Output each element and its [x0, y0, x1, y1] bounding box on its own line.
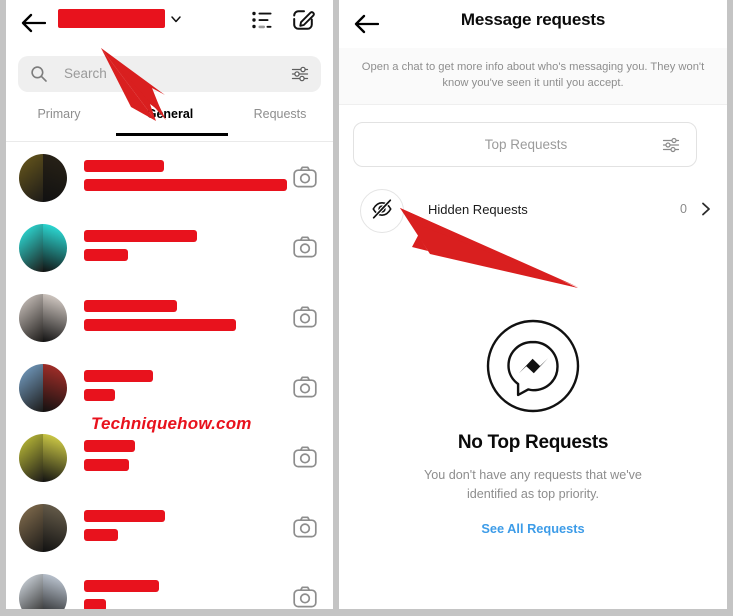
chevron-down-icon[interactable]	[169, 12, 183, 26]
account-name-redacted[interactable]	[58, 9, 165, 28]
search-icon	[30, 65, 48, 83]
avatar-half-left	[19, 504, 43, 552]
avatar-half-left	[19, 224, 43, 272]
inbox-topbar	[6, 0, 333, 48]
chat-name-redacted	[84, 440, 135, 452]
eye-off-icon	[371, 197, 393, 225]
avatar-half-right	[43, 224, 67, 272]
avatar[interactable]	[19, 434, 67, 482]
sliders-filter-icon[interactable]	[291, 65, 309, 83]
chat-list[interactable]	[6, 143, 333, 609]
chat-name-redacted	[84, 580, 159, 592]
chat-preview-redacted	[84, 459, 129, 471]
inbox-tabs: Primary General Requests	[6, 103, 333, 141]
avatar-half-right	[43, 504, 67, 552]
chat-name-redacted	[84, 370, 153, 382]
empty-state: No Top Requests You don't have any reque…	[339, 318, 727, 536]
back-arrow-icon[interactable]	[18, 8, 48, 38]
chat-name-redacted	[84, 160, 164, 172]
chat-row[interactable]	[6, 143, 333, 213]
avatar-half-left	[19, 434, 43, 482]
empty-state-subtitle: You don't have any requests that we've i…	[424, 468, 642, 501]
camera-icon[interactable]	[293, 586, 317, 608]
hidden-requests-label: Hidden Requests	[428, 202, 528, 217]
site-watermark: Techniquehow.com	[91, 414, 252, 433]
avatar-half-left	[19, 294, 43, 342]
message-requests-topbar: Message requests	[339, 0, 727, 48]
avatar[interactable]	[19, 224, 67, 272]
chat-name-redacted	[84, 510, 165, 522]
search-input[interactable]: Search	[18, 56, 321, 92]
camera-icon[interactable]	[293, 166, 317, 188]
tab-primary[interactable]: Primary	[9, 107, 109, 121]
hidden-requests-row[interactable]: Hidden Requests 0	[339, 183, 727, 237]
chat-preview-redacted	[84, 389, 115, 401]
top-requests-filter-bar[interactable]: Top Requests	[353, 122, 697, 167]
avatar-half-left	[19, 154, 43, 202]
chat-preview-redacted	[84, 179, 287, 191]
avatar[interactable]	[19, 574, 67, 609]
messenger-logo-icon	[485, 318, 581, 414]
see-all-requests-link[interactable]: See All Requests	[339, 521, 727, 536]
avatar[interactable]	[19, 154, 67, 202]
chat-row[interactable]	[6, 353, 333, 423]
camera-icon[interactable]	[293, 376, 317, 398]
camera-icon[interactable]	[293, 516, 317, 538]
active-tab-underline	[116, 133, 228, 136]
screenshot-root: Search Primary General Requests Techniqu…	[0, 0, 733, 616]
avatar-half-left	[19, 574, 43, 609]
sliders-filter-icon[interactable]	[662, 136, 680, 154]
chat-preview-redacted	[84, 319, 236, 331]
chat-row[interactable]	[6, 283, 333, 353]
avatar-half-right	[43, 434, 67, 482]
search-placeholder: Search	[64, 66, 107, 81]
hidden-requests-count: 0	[680, 202, 687, 216]
chat-name-redacted	[84, 300, 177, 312]
page-title: Message requests	[460, 10, 606, 29]
tab-general[interactable]: General	[120, 107, 220, 121]
avatar[interactable]	[19, 364, 67, 412]
avatar-half-right	[43, 154, 67, 202]
avatar-half-right	[43, 574, 67, 609]
avatar-half-right	[43, 294, 67, 342]
chat-row[interactable]	[6, 213, 333, 283]
info-notice: Open a chat to get more info about who's…	[339, 48, 727, 105]
chevron-right-icon[interactable]	[699, 201, 713, 217]
chat-preview-redacted	[84, 249, 128, 261]
avatar-half-left	[19, 364, 43, 412]
chat-name-redacted	[84, 230, 197, 242]
chat-row[interactable]	[6, 493, 333, 563]
compose-pencil-icon[interactable]	[291, 8, 315, 32]
avatar-half-right	[43, 364, 67, 412]
avatar[interactable]	[19, 504, 67, 552]
inbox-panel: Search Primary General Requests Techniqu…	[6, 0, 333, 609]
message-requests-panel: Message requests Open a chat to get more…	[339, 0, 727, 609]
top-requests-label: Top Requests	[484, 137, 568, 152]
avatar[interactable]	[19, 294, 67, 342]
tab-requests[interactable]: Requests	[230, 107, 330, 121]
hidden-requests-avatar	[360, 189, 404, 233]
camera-icon[interactable]	[293, 236, 317, 258]
message-list-icon[interactable]	[251, 9, 273, 31]
chat-row[interactable]	[6, 563, 333, 609]
tabs-divider	[6, 141, 333, 142]
camera-icon[interactable]	[293, 306, 317, 328]
chat-preview-redacted	[84, 599, 106, 609]
camera-icon[interactable]	[293, 446, 317, 468]
empty-state-title: No Top Requests	[457, 432, 609, 453]
chat-preview-redacted	[84, 529, 118, 541]
